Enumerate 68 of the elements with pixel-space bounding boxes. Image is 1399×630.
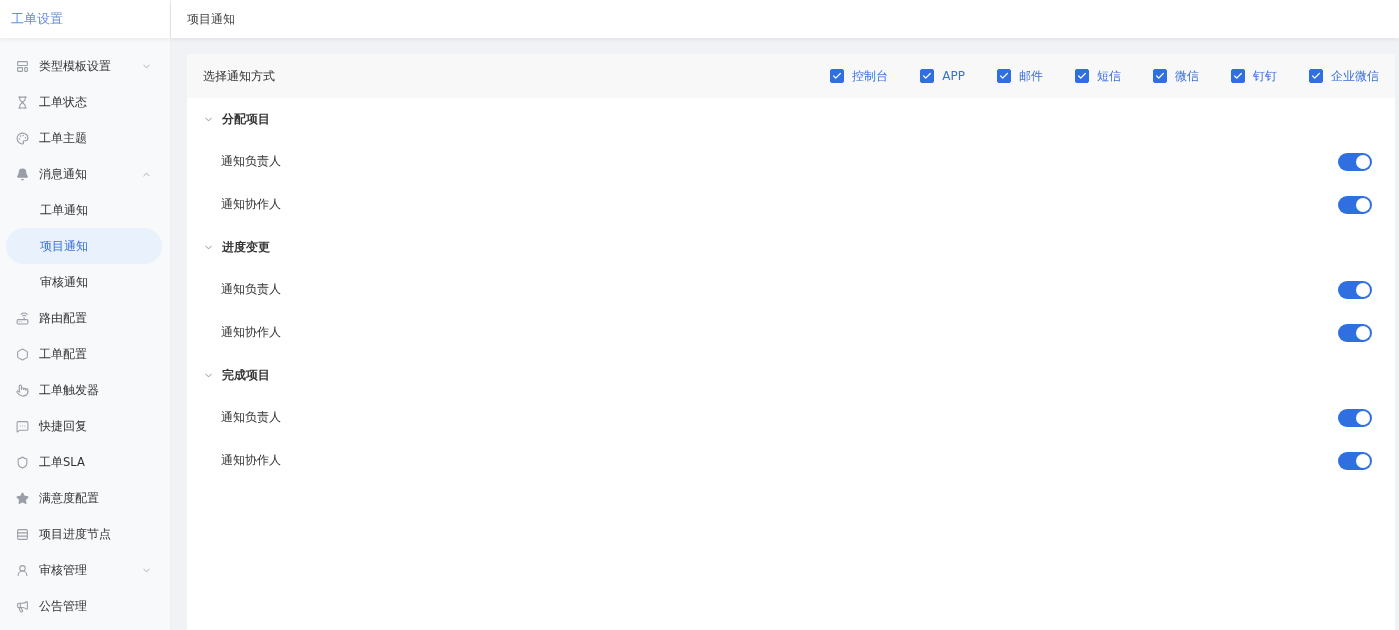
- section-header[interactable]: 进度变更: [187, 226, 1395, 268]
- section-header[interactable]: 完成项目: [187, 354, 1395, 396]
- submenu-item[interactable]: 审核通知: [6, 264, 162, 300]
- hexagon-icon: [16, 347, 29, 361]
- menu-item[interactable]: 快捷回复: [6, 408, 162, 444]
- bell-icon: [16, 167, 29, 181]
- channel-checkbox[interactable]: 钉钉: [1231, 67, 1277, 85]
- checkbox[interactable]: [830, 69, 845, 83]
- hand-icon: [16, 383, 29, 397]
- check-icon: [922, 71, 933, 81]
- palette-icon: [16, 131, 29, 145]
- checkbox[interactable]: [1309, 69, 1323, 83]
- section-header[interactable]: 分配项目: [187, 98, 1395, 140]
- checkbox[interactable]: [997, 69, 1011, 83]
- check-icon: [1233, 71, 1243, 81]
- check-icon: [832, 71, 843, 81]
- list-icon: [16, 527, 29, 541]
- setting-label: 通知负责人: [221, 410, 281, 425]
- toggle-switch[interactable]: [1338, 451, 1372, 470]
- menu-item[interactable]: 工单触发器: [6, 372, 162, 408]
- setting-label: 通知协作人: [221, 325, 281, 340]
- toggle-switch[interactable]: [1338, 408, 1372, 427]
- checkbox[interactable]: [920, 69, 935, 83]
- setting-label: 通知协作人: [221, 197, 281, 212]
- menu-item[interactable]: 工单SLA: [6, 444, 162, 480]
- setting-label: 通知协作人: [221, 453, 281, 468]
- setting-label: 通知负责人: [221, 154, 281, 169]
- channel-checkbox[interactable]: 控制台: [830, 67, 889, 85]
- menu-item[interactable]: 工单主题: [6, 120, 162, 156]
- menu-item[interactable]: 消息通知: [6, 156, 162, 192]
- user-icon: [16, 563, 29, 577]
- menu-item[interactable]: 工单配置: [6, 336, 162, 372]
- menu-item[interactable]: 路由配置: [6, 300, 162, 336]
- channel-label: 选择通知方式: [203, 67, 275, 85]
- channel-checkbox[interactable]: 邮件: [997, 67, 1043, 85]
- menu-item[interactable]: 项目进度节点: [6, 516, 162, 552]
- channel-checkbox[interactable]: 短信: [1075, 67, 1121, 85]
- submenu-item[interactable]: 项目通知: [6, 228, 162, 264]
- checkbox[interactable]: [1231, 69, 1245, 83]
- hourglass-icon: [16, 95, 29, 109]
- router-icon: [16, 311, 29, 325]
- checkbox[interactable]: [1075, 69, 1089, 83]
- checkbox[interactable]: [1153, 69, 1167, 83]
- shield-icon: [16, 455, 29, 469]
- menu-item[interactable]: 满意度配置: [6, 480, 162, 516]
- toggle-switch[interactable]: [1338, 195, 1372, 214]
- channel-checkbox[interactable]: 微信: [1153, 67, 1199, 85]
- megaphone-icon: [16, 599, 29, 613]
- submenu-item[interactable]: 工单通知: [6, 192, 162, 228]
- layout-icon: [16, 59, 29, 73]
- channel-checkbox[interactable]: 企业微信: [1309, 67, 1379, 85]
- check-icon: [999, 71, 1009, 81]
- star-icon: [16, 491, 29, 505]
- menu-item[interactable]: 审核管理: [6, 552, 162, 588]
- setting-label: 通知负责人: [221, 282, 281, 297]
- toggle-switch[interactable]: [1338, 152, 1372, 171]
- check-icon: [1311, 71, 1321, 81]
- check-icon: [1155, 71, 1165, 81]
- menu-item[interactable]: 公告管理: [6, 588, 162, 624]
- channel-checkbox[interactable]: APP: [920, 67, 965, 85]
- menu-item[interactable]: 工单状态: [6, 84, 162, 120]
- toggle-switch[interactable]: [1338, 323, 1372, 342]
- toggle-switch[interactable]: [1338, 280, 1372, 299]
- page-title: 项目通知: [187, 10, 235, 28]
- sidebar-title: 工单设置: [0, 0, 170, 38]
- menu-item[interactable]: 类型模板设置: [6, 48, 162, 84]
- chat-icon: [16, 419, 29, 433]
- check-icon: [1077, 71, 1087, 81]
